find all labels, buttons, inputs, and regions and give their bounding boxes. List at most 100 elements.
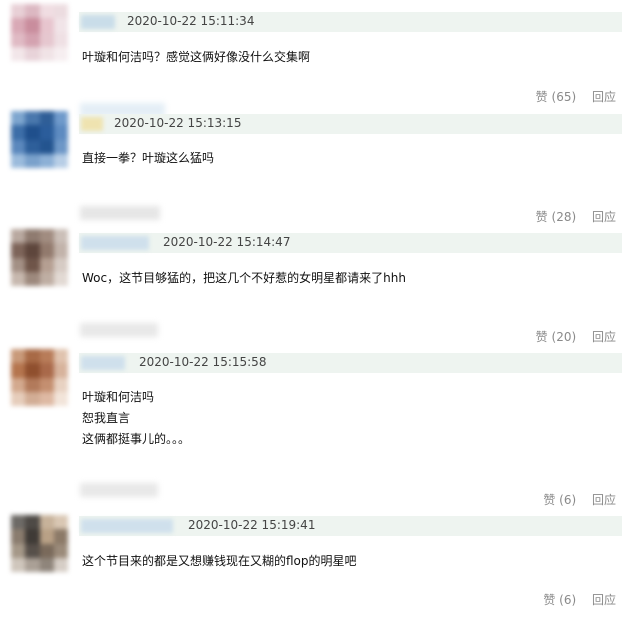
avatar-pixel [39, 229, 54, 244]
avatar-pixel [11, 557, 26, 572]
blurred-content [80, 483, 158, 497]
avatar-pixel [25, 4, 40, 19]
like-label: 赞 [535, 210, 548, 224]
avatar[interactable] [11, 111, 68, 168]
avatar-pixel [53, 46, 68, 61]
like-button[interactable]: 赞 (65) [536, 90, 576, 104]
avatar-pixel [39, 139, 54, 154]
avatar-pixel [53, 271, 68, 286]
avatar-pixel [11, 139, 26, 154]
comment-text: 叶璇和何洁吗？感觉这俩好像没什么交集啊 [82, 47, 310, 68]
avatar-pixel [39, 111, 54, 126]
avatar-pixel [11, 125, 26, 140]
avatar-pixel [25, 18, 40, 33]
avatar-pixel [53, 4, 68, 19]
like-button[interactable]: 赞 (20) [536, 330, 576, 344]
reply-button[interactable]: 回应 [592, 210, 616, 224]
avatar-pixel [53, 257, 68, 272]
comment-text: Woc，这节目够猛的，把这几个不好惹的女明星都请来了hhh [82, 268, 406, 289]
avatar-pixel [53, 391, 68, 406]
avatar-pixel [25, 32, 40, 47]
avatar-pixel [39, 529, 54, 544]
avatar-pixel [25, 125, 40, 140]
avatar[interactable] [11, 4, 68, 61]
avatar-pixel [39, 46, 54, 61]
avatar-pixel [53, 377, 68, 392]
like-label: 赞 [543, 493, 556, 507]
avatar-pixel [53, 32, 68, 47]
username[interactable] [81, 236, 149, 250]
avatar-pixel [25, 46, 40, 61]
comment-actions: 赞 (65) 回应 [524, 88, 616, 105]
reply-button[interactable]: 回应 [592, 90, 616, 104]
avatar-pixel [39, 125, 54, 140]
avatar-pixel [39, 4, 54, 19]
avatar-pixel [53, 229, 68, 244]
avatar-pixel [11, 349, 26, 364]
avatar-pixel [11, 257, 26, 272]
avatar-pixel [39, 377, 54, 392]
comment-header: 2020-10-22 15:15:58 [79, 353, 622, 373]
avatar-pixel [39, 32, 54, 47]
like-button[interactable]: 赞 (6) [543, 493, 576, 507]
avatar-pixel [53, 529, 68, 544]
avatar-pixel [39, 515, 54, 530]
avatar-pixel [11, 111, 26, 126]
like-button[interactable]: 赞 (6) [543, 593, 576, 607]
like-button[interactable]: 赞 (28) [536, 210, 576, 224]
like-label: 赞 [535, 330, 548, 344]
reply-button[interactable]: 回应 [592, 330, 616, 344]
comment-actions: 赞 (6) 回应 [531, 591, 616, 608]
avatar[interactable] [11, 349, 68, 406]
comment-line: Woc，这节目够猛的，把这几个不好惹的女明星都请来了hhh [82, 271, 406, 285]
comment-line: 恕我直言 [82, 411, 131, 425]
avatar-pixel [25, 271, 40, 286]
username[interactable] [81, 356, 125, 370]
avatar[interactable] [11, 515, 68, 572]
avatar-pixel [25, 391, 40, 406]
reply-button[interactable]: 回应 [592, 493, 616, 507]
avatar-pixel [25, 139, 40, 154]
comment-line: 这俩都挺事儿的。。。 [82, 432, 191, 446]
avatar-pixel [53, 111, 68, 126]
avatar-pixel [39, 257, 54, 272]
comment-header: 2020-10-22 15:11:34 [79, 12, 622, 32]
avatar-pixel [25, 229, 40, 244]
username[interactable] [81, 117, 103, 131]
avatar-pixel [25, 243, 40, 258]
avatar-pixel [53, 557, 68, 572]
avatar-pixel [25, 363, 40, 378]
reply-button[interactable]: 回应 [592, 593, 616, 607]
avatar-pixel [11, 529, 26, 544]
avatar-pixel [25, 349, 40, 364]
username[interactable] [81, 15, 115, 29]
avatar-pixel [39, 243, 54, 258]
avatar-pixel [11, 243, 26, 258]
avatar-pixel [53, 349, 68, 364]
avatar[interactable] [11, 229, 68, 286]
avatar-pixel [25, 557, 40, 572]
avatar-pixel [25, 515, 40, 530]
comment-header: 2020-10-22 15:13:15 [79, 114, 622, 134]
avatar-pixel [11, 363, 26, 378]
like-count: (20) [551, 330, 577, 344]
like-count: (6) [559, 593, 577, 607]
comment-line: 叶璇和何洁吗？感觉这俩好像没什么交集啊 [82, 50, 311, 64]
avatar-pixel [25, 543, 40, 558]
avatar-pixel [53, 243, 68, 258]
avatar-pixel [53, 363, 68, 378]
avatar-pixel [39, 363, 54, 378]
timestamp: 2020-10-22 15:11:34 [127, 14, 255, 28]
avatar-pixel [25, 153, 40, 168]
comment-actions: 赞 (28) 回应 [524, 208, 616, 225]
blurred-content [80, 206, 160, 220]
avatar-pixel [11, 46, 26, 61]
comment-line: 直接一拳？叶璇这么猛吗 [82, 151, 215, 165]
avatar-pixel [11, 229, 26, 244]
comment-header: 2020-10-22 15:14:47 [79, 233, 622, 253]
like-label: 赞 [543, 593, 556, 607]
timestamp: 2020-10-22 15:15:58 [139, 355, 267, 369]
username[interactable] [81, 519, 173, 533]
comment-actions: 赞 (20) 回应 [524, 328, 616, 345]
avatar-pixel [25, 111, 40, 126]
